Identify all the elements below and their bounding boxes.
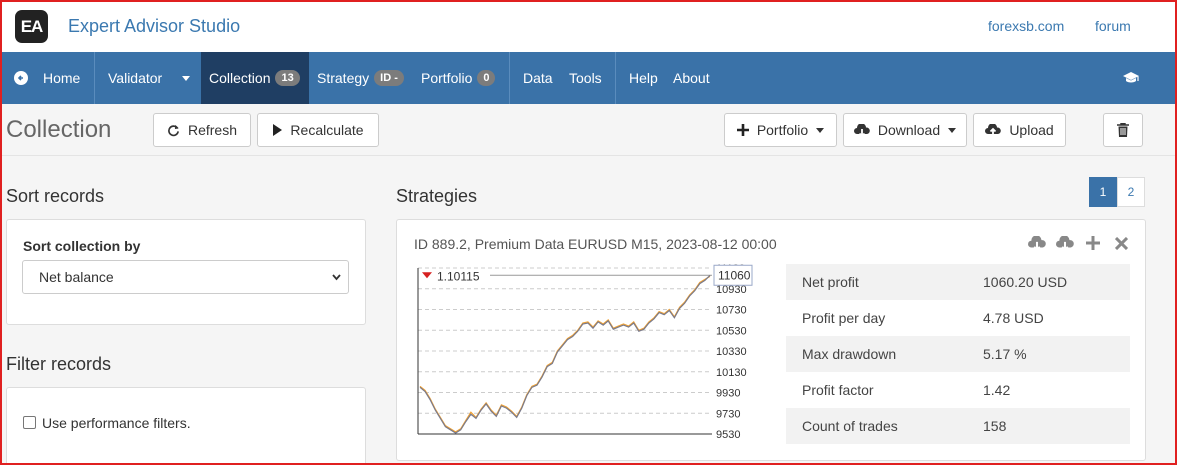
stat-name: Max drawdown xyxy=(802,346,897,362)
forexsb-link[interactable]: forexsb.com xyxy=(988,18,1064,34)
sort-by-select[interactable]: Net balance xyxy=(22,260,349,294)
nav-strategy-label: Strategy xyxy=(317,70,370,86)
nav-portfolio[interactable]: Portfolio 0 xyxy=(421,52,496,104)
stat-value: 1.42 xyxy=(983,382,1011,398)
stat-value: 5.17 % xyxy=(983,346,1027,362)
stat-row: Profit factor 1.42 xyxy=(786,372,1130,408)
cloud-download-icon[interactable] xyxy=(1027,233,1047,253)
stat-name: Net profit xyxy=(802,274,859,290)
chevron-down-icon xyxy=(948,127,957,133)
nav-portfolio-label: Portfolio xyxy=(421,70,473,86)
stat-value: 4.78 USD xyxy=(983,310,1044,326)
y-tick-label: 10130 xyxy=(716,367,747,379)
page-1-button[interactable]: 1 xyxy=(1089,177,1117,207)
recalculate-label: Recalculate xyxy=(290,122,364,138)
page-title: Collection xyxy=(6,116,112,143)
nav-validator-label: Validator xyxy=(108,70,163,86)
filter-records-heading: Filter records xyxy=(6,354,112,374)
nav-divider xyxy=(509,52,510,104)
back-circle-icon xyxy=(14,71,28,85)
main-navbar: Home Validator Collection 13 Strategy ID… xyxy=(0,52,1177,104)
stat-row: Max drawdown 5.17 % xyxy=(786,336,1130,372)
stat-row: Count of trades 158 xyxy=(786,408,1130,444)
nav-validator[interactable]: Validator xyxy=(108,52,191,104)
balance-series-line xyxy=(419,275,711,433)
nav-divider xyxy=(615,52,616,104)
balance-series-line xyxy=(419,274,711,434)
portfolio-button-label: Portfolio xyxy=(756,122,809,138)
refresh-label: Refresh xyxy=(187,122,238,138)
stat-row: Net profit 1060.20 USD xyxy=(786,264,1130,300)
trash-icon xyxy=(1117,123,1129,137)
nav-home[interactable]: Home xyxy=(14,52,80,104)
download-button-label: Download xyxy=(877,122,941,138)
sort-by-label: Sort collection by xyxy=(23,238,141,254)
chevron-down-icon xyxy=(816,127,825,133)
performance-filter-checkbox[interactable] xyxy=(23,416,36,429)
portfolio-dropdown-button[interactable]: Portfolio xyxy=(724,113,837,147)
brand-bar: EA Expert Advisor Studio forexsb.com for… xyxy=(0,0,1177,52)
plus-icon xyxy=(736,124,749,136)
play-icon xyxy=(273,124,283,136)
header-divider xyxy=(0,155,1177,156)
y-tick-label: 10530 xyxy=(716,325,747,337)
stat-row: Profit per day 4.78 USD xyxy=(786,300,1130,336)
app-logo[interactable]: EA xyxy=(15,10,48,43)
nav-home-label: Home xyxy=(43,70,81,86)
stat-value: 1060.20 USD xyxy=(983,274,1068,290)
price-label: 1.10115 xyxy=(437,269,480,283)
y-tick-label: 9530 xyxy=(716,429,740,441)
y-tick-label: 10330 xyxy=(716,346,747,358)
cloud-download-alt-icon[interactable] xyxy=(1055,233,1075,253)
cloud-upload-icon xyxy=(985,123,1002,136)
upload-button-label: Upload xyxy=(1009,122,1054,138)
nav-tools[interactable]: Tools xyxy=(569,52,602,104)
recalculate-button[interactable]: Recalculate xyxy=(257,113,379,147)
sort-records-heading: Sort records xyxy=(6,186,105,206)
strategy-id-badge: ID - xyxy=(374,70,404,86)
y-tick-label: 10730 xyxy=(716,305,747,317)
graduation-cap-icon[interactable] xyxy=(1122,52,1140,104)
cloud-download-icon xyxy=(853,123,870,137)
download-dropdown-button[interactable]: Download xyxy=(843,113,967,147)
delete-button[interactable] xyxy=(1103,113,1143,147)
stat-name: Profit factor xyxy=(802,382,874,398)
y-tick-label: 9930 xyxy=(716,388,740,400)
down-triangle-icon xyxy=(422,272,432,279)
collection-count-badge: 13 xyxy=(275,70,300,86)
forum-link[interactable]: forum xyxy=(1095,18,1131,34)
chevron-down-icon xyxy=(182,75,191,81)
stat-name: Profit per day xyxy=(802,310,886,326)
strategy-card-title: ID 889.2, Premium Data EURUSD M15, 2023-… xyxy=(414,236,777,252)
nav-collection[interactable]: Collection 13 xyxy=(201,52,309,104)
refresh-button[interactable]: Refresh xyxy=(153,113,251,147)
y-tick-label: 9730 xyxy=(716,408,740,420)
stat-value: 158 xyxy=(983,418,1007,434)
plus-icon[interactable] xyxy=(1083,233,1103,253)
balance-chart: 9530973099301013010330105301073010930111… xyxy=(417,263,753,441)
nav-divider xyxy=(94,52,95,104)
close-icon[interactable] xyxy=(1111,233,1131,253)
nav-data[interactable]: Data xyxy=(523,52,553,104)
nav-strategy[interactable]: Strategy ID - xyxy=(317,52,404,104)
nav-help[interactable]: Help xyxy=(629,52,658,104)
sort-by-value: Net balance xyxy=(39,269,114,285)
stat-name: Count of trades xyxy=(802,418,898,434)
portfolio-count-badge: 0 xyxy=(477,70,496,86)
refresh-icon xyxy=(168,124,179,136)
upload-button[interactable]: Upload xyxy=(973,113,1066,147)
strategies-heading: Strategies xyxy=(396,186,478,206)
chevron-down-icon xyxy=(332,274,341,281)
page-2-button[interactable]: 2 xyxy=(1117,177,1145,207)
current-value-label: 11060 xyxy=(718,268,751,282)
nav-collection-label: Collection xyxy=(209,70,271,86)
nav-about[interactable]: About xyxy=(673,52,710,104)
performance-filter-label[interactable]: Use performance filters. xyxy=(42,415,191,431)
app-title[interactable]: Expert Advisor Studio xyxy=(68,16,240,37)
